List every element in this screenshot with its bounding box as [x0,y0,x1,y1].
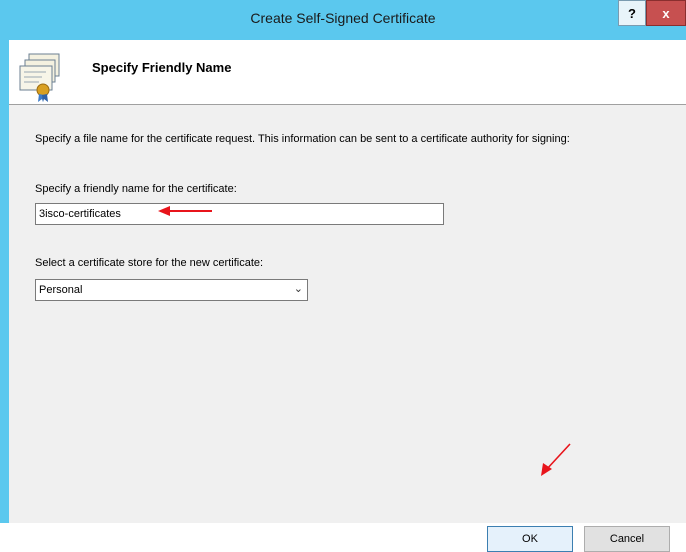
dialog-content: Specify Friendly Name Specify a file nam… [9,40,686,552]
certificate-icon [19,53,60,102]
ok-button[interactable]: OK [487,526,573,552]
certificate-store-select[interactable]: Personal ⌄ [35,279,308,301]
dialog-window: Create Self-Signed Certificate ? x Speci… [0,0,686,552]
wizard-body: Specify a file name for the certificate … [9,105,686,552]
cancel-button[interactable]: Cancel [584,526,670,552]
wizard-header: Specify Friendly Name [9,40,686,105]
certificate-store-value: Personal [39,284,83,296]
friendly-name-input[interactable] [35,203,444,225]
friendly-name-label: Specify a friendly name for the certific… [35,183,237,195]
header-title: Specify Friendly Name [92,60,232,75]
chevron-down-icon[interactable]: ⌄ [294,282,303,295]
certificate-store-label: Select a certificate store for the new c… [35,257,264,269]
window-title: Create Self-Signed Certificate [250,10,436,26]
help-button[interactable]: ? [618,0,646,26]
description-text: Specify a file name for the certificate … [35,133,570,145]
close-button[interactable]: x [646,0,686,26]
title-bar[interactable]: Create Self-Signed Certificate ? x [0,0,686,40]
